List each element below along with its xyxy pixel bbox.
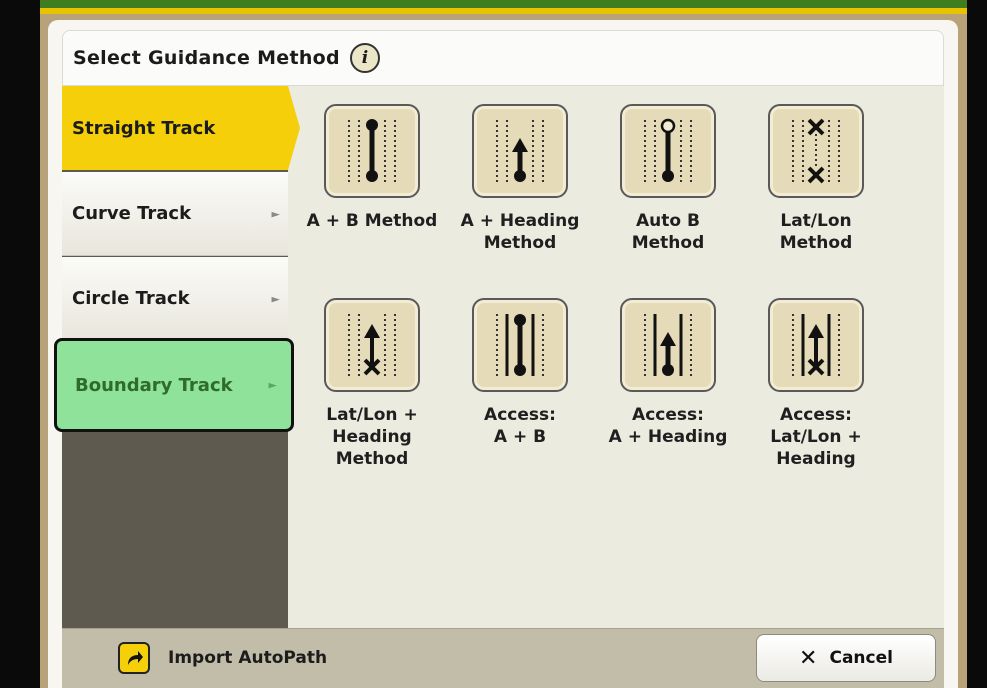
track-type-sidebar: Straight Track Curve Track ► Circle Trac… [54, 86, 300, 628]
sidebar-item-curve-track[interactable]: Curve Track ► [62, 172, 288, 256]
ab-method-icon [348, 119, 396, 182]
method-auto-b[interactable]: Auto B Method [598, 104, 738, 254]
method-lat-lon[interactable]: Lat/Lon Method [746, 104, 886, 254]
chevron-right-icon: ► [271, 292, 280, 305]
method-tile [768, 104, 864, 198]
method-label: A + Heading Method [460, 211, 580, 253]
select-guidance-dialog: Select Guidance Method i Straight Track … [48, 20, 958, 688]
a-heading-method-icon [496, 120, 544, 182]
close-icon: ✕ [799, 645, 818, 671]
cancel-label: Cancel [829, 648, 893, 668]
method-lat-lon-heading[interactable]: Lat/Lon + Heading Method [302, 298, 442, 470]
sidebar-item-label: Straight Track [72, 117, 216, 139]
access-a-heading-icon [644, 314, 692, 376]
auto-b-method-icon [644, 118, 692, 182]
selected-pointer [288, 86, 300, 170]
sidebar-item-circle-track[interactable]: Circle Track ► [62, 257, 288, 341]
info-icon[interactable]: i [349, 43, 380, 73]
import-arrow-icon [118, 642, 150, 674]
method-label: A + B Method [306, 211, 438, 231]
dialog-header: Select Guidance Method i [62, 30, 944, 86]
method-tile [324, 298, 420, 392]
access-lat-lon-heading-icon [792, 314, 840, 376]
method-tile [620, 298, 716, 392]
lat-lon-heading-method-icon [348, 314, 396, 376]
top-status-strip [40, 0, 967, 8]
lat-lon-method-icon [792, 118, 840, 184]
method-access-lat-lon-heading[interactable]: Access: Lat/Lon + Heading [746, 298, 886, 470]
dialog-title: Select Guidance Method [73, 47, 340, 69]
method-ab[interactable]: A + B Method [302, 104, 442, 232]
method-label: Access: A + B [484, 405, 556, 447]
dialog-content: Straight Track Curve Track ► Circle Trac… [54, 86, 944, 628]
chevron-right-icon: ► [271, 207, 280, 220]
screen-bezel-left [0, 0, 40, 688]
method-label: Lat/Lon + Heading Method [326, 405, 418, 469]
screen-bezel-right [967, 0, 987, 688]
method-access-ab[interactable]: Access: A + B [450, 298, 590, 448]
sidebar-item-label: Curve Track [72, 203, 192, 224]
sidebar-item-label: Boundary Track [75, 374, 233, 396]
method-label: Access: Lat/Lon + Heading [770, 405, 862, 469]
dialog-footer: Import AutoPath ✕ Cancel [62, 628, 944, 688]
chevron-right-icon: ► [268, 378, 277, 392]
sidebar-item-straight-track[interactable]: Straight Track [62, 86, 288, 170]
import-autopath-label: Import AutoPath [168, 648, 328, 668]
method-tile [620, 104, 716, 198]
method-tile [768, 298, 864, 392]
sidebar-item-label: Circle Track [72, 288, 190, 309]
method-label: Auto B Method [631, 211, 705, 253]
access-ab-icon [496, 314, 544, 376]
import-autopath-button[interactable]: Import AutoPath [118, 642, 327, 674]
cancel-button[interactable]: ✕ Cancel [756, 634, 936, 682]
method-tile [324, 104, 420, 198]
method-access-a-heading[interactable]: Access: A + Heading [598, 298, 738, 448]
method-tile [472, 104, 568, 198]
method-tile [472, 298, 568, 392]
sidebar-item-boundary-track[interactable]: Boundary Track ► [54, 338, 294, 432]
method-a-heading[interactable]: A + Heading Method [450, 104, 590, 254]
method-label: Access: A + Heading [608, 405, 728, 447]
method-label: Lat/Lon Method [779, 211, 853, 253]
